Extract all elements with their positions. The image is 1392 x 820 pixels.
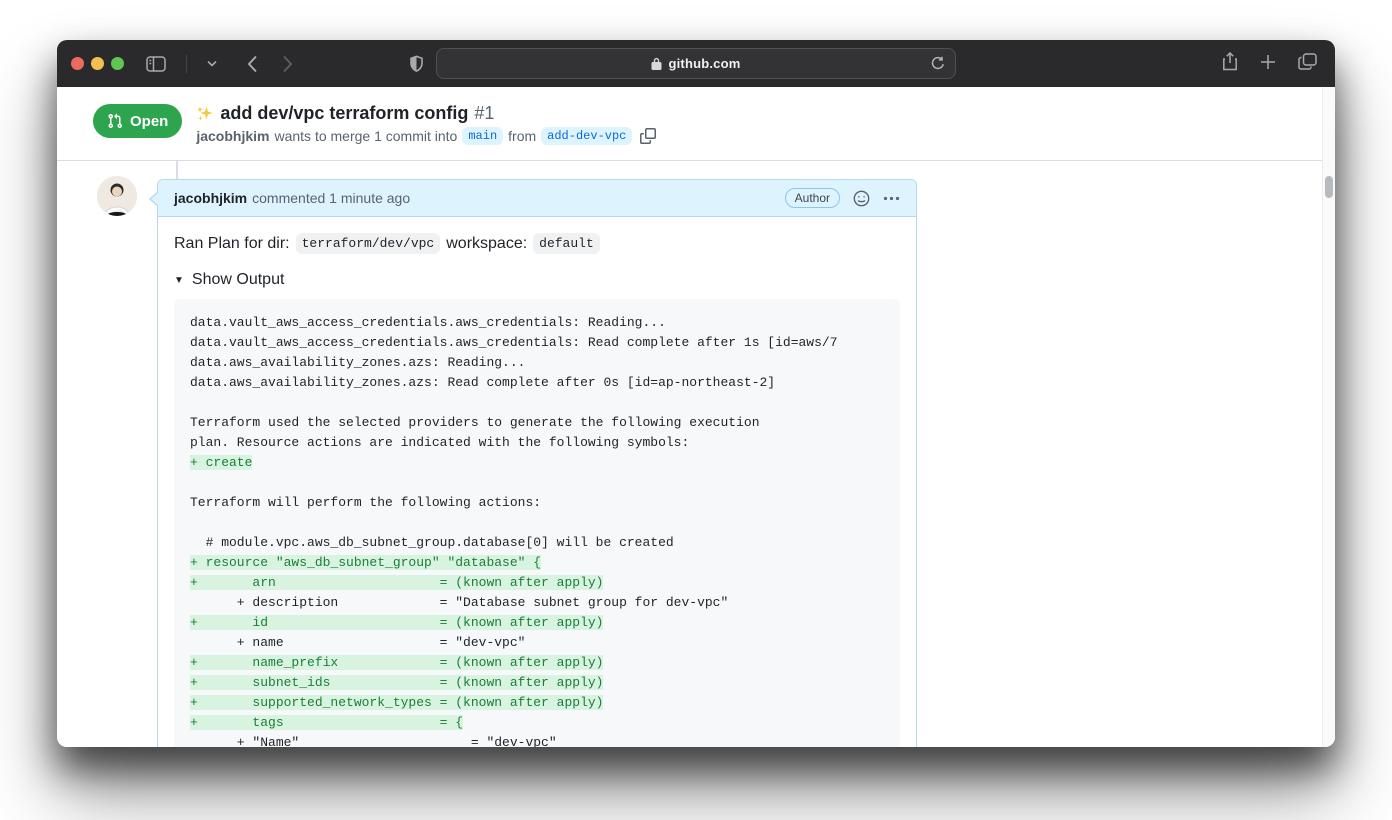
sparkles-icon xyxy=(196,105,214,123)
pr-title-text: add dev/vpc terraform config xyxy=(220,103,468,124)
head-branch-label[interactable]: add-dev-vpc xyxy=(541,127,632,145)
code-line: plan. Resource actions are indicated wit… xyxy=(190,433,884,453)
comment-meta: commented 1 minute ago xyxy=(252,190,410,206)
code-line xyxy=(190,513,884,533)
triangle-down-icon: ▼ xyxy=(174,275,184,286)
browser-titlebar: github.com xyxy=(57,40,1335,87)
code-line: + arn = (known after apply) xyxy=(190,573,884,593)
code-line: Terraform will perform the following act… xyxy=(190,493,884,513)
code-line: Terraform used the selected providers to… xyxy=(190,413,884,433)
pr-title: add dev/vpc terraform config #1 xyxy=(196,103,656,124)
workspace-label: workspace: xyxy=(446,235,527,253)
plan-prefix: Ran Plan for dir: xyxy=(174,235,290,253)
scrollbar-thumb[interactable] xyxy=(1325,176,1333,198)
new-tab-icon[interactable] xyxy=(1260,52,1276,71)
privacy-shield-icon[interactable] xyxy=(409,55,424,73)
comment-header: jacobhjkim commented 1 minute ago Author xyxy=(158,180,916,217)
merge-summary-text: wants to merge 1 commit into xyxy=(274,128,457,144)
back-button[interactable] xyxy=(247,55,258,73)
conversation-timeline: jacobhjkim commented 1 minute ago Author xyxy=(57,161,1335,747)
avatar[interactable] xyxy=(97,176,137,216)
code-line: data.aws_availability_zones.azs: Reading… xyxy=(190,353,884,373)
code-line xyxy=(190,393,884,413)
plan-dir-code: terraform/dev/vpc xyxy=(296,233,441,254)
timeline-connector xyxy=(176,161,178,179)
share-icon[interactable] xyxy=(1222,52,1238,71)
comment-body: Ran Plan for dir: terraform/dev/vpc work… xyxy=(158,217,916,747)
forward-button[interactable] xyxy=(282,55,293,73)
workspace-code: default xyxy=(533,233,600,254)
code-line: + description = "Database subnet group f… xyxy=(190,593,884,613)
traffic-lights xyxy=(71,57,124,70)
sidebar-chevron-down-icon[interactable] xyxy=(207,60,217,67)
tab-overview-icon[interactable] xyxy=(1298,52,1317,71)
code-line: # module.vpc.aws_db_subnet_group.databas… xyxy=(190,533,884,553)
code-line: + name_prefix = (known after apply) xyxy=(190,653,884,673)
code-line: + "Name" = "dev-vpc" xyxy=(190,733,884,747)
pr-state-badge: Open xyxy=(93,104,182,138)
code-line: + tags = { xyxy=(190,713,884,733)
pr-author-name[interactable]: jacobhjkim xyxy=(196,128,269,144)
address-bar[interactable]: github.com xyxy=(436,48,956,79)
minimize-window-button[interactable] xyxy=(91,57,104,70)
sidebar-toggle-icon[interactable] xyxy=(146,56,166,72)
code-line xyxy=(190,473,884,493)
pr-merge-summary: jacobhjkim wants to merge 1 commit into … xyxy=(196,127,656,145)
pr-number: #1 xyxy=(474,103,494,124)
comment-author[interactable]: jacobhjkim xyxy=(174,190,247,206)
reload-icon[interactable] xyxy=(931,56,945,76)
toolbar-divider xyxy=(186,55,187,73)
copy-branch-icon[interactable] xyxy=(640,128,656,144)
zoom-window-button[interactable] xyxy=(111,57,124,70)
code-line: + resource "aws_db_subnet_group" "databa… xyxy=(190,553,884,573)
kebab-menu-icon[interactable] xyxy=(883,196,900,201)
close-window-button[interactable] xyxy=(71,57,84,70)
terraform-output: data.vault_aws_access_credentials.aws_cr… xyxy=(174,299,900,747)
show-output-toggle[interactable]: ▼ Show Output xyxy=(174,271,900,289)
comment-box: jacobhjkim commented 1 minute ago Author xyxy=(157,179,917,747)
author-badge: Author xyxy=(785,188,840,208)
emoji-reaction-icon[interactable] xyxy=(853,190,870,207)
code-line: data.vault_aws_access_credentials.aws_cr… xyxy=(190,333,884,353)
pr-header: Open add dev/vpc terraform config #1 xyxy=(57,87,1335,161)
code-line: + subnet_ids = (known after apply) xyxy=(190,673,884,693)
code-line: data.vault_aws_access_credentials.aws_cr… xyxy=(190,313,884,333)
pr-state-label: Open xyxy=(130,113,168,130)
browser-window: github.com xyxy=(57,40,1335,747)
from-word: from xyxy=(508,128,536,144)
plan-summary-line: Ran Plan for dir: terraform/dev/vpc work… xyxy=(174,233,900,254)
base-branch-label[interactable]: main xyxy=(462,127,503,145)
lock-icon xyxy=(651,57,662,70)
code-line: + supported_network_types = (known after… xyxy=(190,693,884,713)
address-bar-url: github.com xyxy=(668,56,740,71)
show-output-label: Show Output xyxy=(192,271,285,289)
git-pull-request-icon xyxy=(107,113,123,129)
page-content: Open add dev/vpc terraform config #1 xyxy=(57,87,1335,747)
code-line: + create xyxy=(190,453,884,473)
code-line: + id = (known after apply) xyxy=(190,613,884,633)
scrollbar-track[interactable] xyxy=(1322,87,1335,747)
code-line: data.aws_availability_zones.azs: Read co… xyxy=(190,373,884,393)
code-line: + name = "dev-vpc" xyxy=(190,633,884,653)
